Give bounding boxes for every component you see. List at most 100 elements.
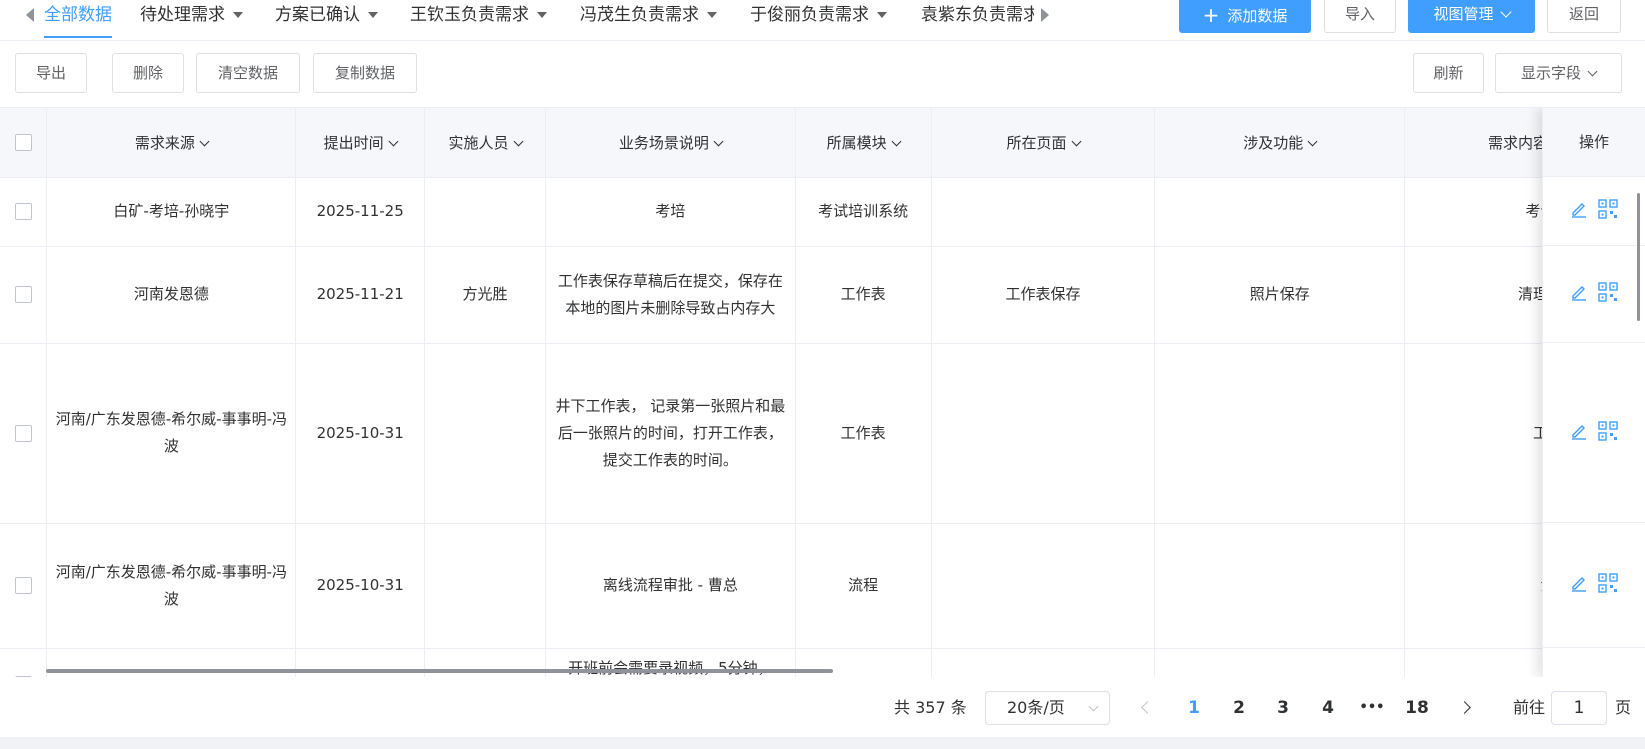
tab-yu[interactable]: 于俊丽负责需求	[750, 0, 887, 38]
scene-cell: 工作表保存草稿后在提交，保存在本地的图片未删除导致占内存大	[545, 246, 796, 344]
page-cell: 工作表保存	[931, 246, 1156, 344]
person-cell	[424, 523, 546, 649]
caret-right-icon[interactable]	[1041, 8, 1049, 22]
column-header[interactable]: 涉及功能	[1154, 108, 1406, 178]
toolbar: 导出 删除 清空数据 复制数据 刷新 显示字段	[0, 42, 1645, 106]
column-header-label: 所属模块	[826, 133, 887, 152]
column-header-label: 实施人员	[448, 133, 509, 152]
chevron-down-icon	[891, 136, 902, 147]
export-button[interactable]: 导出	[15, 53, 87, 93]
vertical-scrollbar[interactable]	[1637, 193, 1640, 321]
column-header[interactable]: 需求来源	[46, 108, 297, 178]
edit-icon[interactable]	[1570, 574, 1588, 596]
chevron-down-icon	[388, 136, 399, 147]
tab-yuan[interactable]: 袁紫东负责需求	[921, 0, 1034, 38]
back-button[interactable]: 返回	[1547, 0, 1621, 33]
display-fields-button[interactable]: 显示字段	[1495, 53, 1622, 93]
goto-page-input[interactable]: 1	[1551, 691, 1607, 725]
refresh-button[interactable]: 刷新	[1413, 53, 1484, 93]
page-cell	[931, 177, 1156, 247]
table-row[interactable]: 河南发恩德 2025-11-21 方光胜 工作表保存草稿后在提交，保存在本地的图…	[0, 246, 1645, 344]
row-checkbox[interactable]	[14, 424, 32, 442]
module-cell: 工作表	[795, 246, 932, 344]
tab-pending[interactable]: 待处理需求	[140, 0, 243, 38]
column-header[interactable]: 所在页面	[931, 108, 1156, 178]
column-header[interactable]: 提出时间	[295, 108, 426, 178]
edit-icon[interactable]	[1570, 200, 1588, 222]
goto-suffix: 页	[1615, 698, 1632, 717]
page-number[interactable]: 1	[1179, 683, 1209, 733]
column-header[interactable]: 实施人员	[424, 108, 546, 178]
row-checkbox[interactable]	[14, 203, 32, 220]
qrcode-icon[interactable]	[1598, 573, 1618, 597]
import-label: 导入	[1344, 5, 1375, 23]
module-cell: 流程	[795, 523, 932, 649]
import-button[interactable]: 导入	[1324, 0, 1396, 33]
edit-icon[interactable]	[1570, 422, 1588, 444]
tab-wang[interactable]: 王钦玉负责需求	[410, 0, 547, 38]
tab-label: 方案已确认	[275, 5, 360, 25]
tab-confirmed[interactable]: 方案已确认	[275, 0, 378, 38]
operations-header: 操作	[1543, 108, 1645, 177]
qrcode-icon[interactable]	[1598, 282, 1618, 306]
clear-data-button[interactable]: 清空数据	[196, 53, 300, 93]
select-all-checkbox[interactable]	[14, 134, 32, 152]
table-row[interactable]: 河南/广东发恩德-希尔威-事事明-冯波 2025-10-31 井下工作表， 记录…	[0, 343, 1645, 524]
tab-feng[interactable]: 冯茂生负责需求	[580, 0, 717, 38]
page-number[interactable]: 18	[1402, 683, 1432, 733]
person-cell	[424, 343, 546, 524]
tab-label: 待处理需求	[140, 5, 225, 25]
page-number[interactable]: 3	[1268, 683, 1298, 733]
row-checkbox[interactable]	[14, 675, 32, 677]
caret-left-icon[interactable]	[26, 8, 34, 22]
table-row[interactable]: 河南/广东发恩德-希尔威-事事明-冯波 2025-10-31 离线流程审批 - …	[0, 523, 1645, 649]
horizontal-scrollbar[interactable]	[46, 669, 833, 673]
delete-button[interactable]: 删除	[112, 53, 184, 93]
column-header[interactable]: 所属模块	[795, 108, 932, 178]
add-data-button[interactable]: + 添加数据	[1179, 0, 1311, 33]
table-row[interactable]: 白矿-考培-孙晓宇 2025-11-25 考培 考试培训系统 考试培训	[0, 177, 1645, 247]
page-ellipsis[interactable]: •••	[1357, 683, 1387, 733]
page-cell	[931, 523, 1156, 649]
select-all-cell	[0, 108, 48, 178]
caret-down-icon	[233, 12, 243, 18]
page-size-select[interactable]: 20条/页	[985, 691, 1110, 725]
column-header-label: 需求来源	[134, 133, 195, 152]
chevron-down-icon	[199, 136, 210, 147]
row-actions	[1543, 246, 1645, 343]
row-select-cell	[0, 177, 48, 247]
copy-data-label: 复制数据	[334, 64, 395, 82]
tab-all-data[interactable]: 全部数据	[44, 0, 112, 38]
qrcode-icon[interactable]	[1598, 199, 1618, 223]
qrcode-icon[interactable]	[1598, 420, 1618, 445]
chevron-down-icon	[713, 136, 724, 147]
row-checkbox[interactable]	[14, 286, 32, 303]
column-header[interactable]: 业务场景说明	[545, 108, 796, 178]
row-actions	[1543, 343, 1645, 523]
view-manage-label: 视图管理	[1433, 5, 1494, 23]
page-number[interactable]: 2	[1224, 683, 1254, 733]
module-cell: 工作表	[795, 343, 932, 524]
refresh-label: 刷新	[1433, 64, 1464, 82]
data-table: 需求来源 提出时间 实施人员 业务场景说明 所属模块 所在页面 涉及功能 需求内…	[0, 107, 1645, 677]
edit-icon[interactable]	[1570, 283, 1588, 305]
row-checkbox[interactable]	[14, 577, 32, 594]
back-label: 返回	[1568, 5, 1599, 23]
scene-cell: 考培	[545, 177, 796, 247]
export-label: 导出	[35, 64, 66, 82]
date-cell: 2025-10-31	[295, 523, 426, 649]
feature-cell	[1154, 343, 1406, 524]
source-cell: 河南发恩德	[46, 246, 297, 344]
prev-page-icon[interactable]	[1141, 701, 1154, 714]
page-number[interactable]: 4	[1313, 683, 1343, 733]
view-manage-button[interactable]: 视图管理	[1408, 0, 1535, 33]
date-cell: 2025-11-25	[295, 177, 426, 247]
copy-data-button[interactable]: 复制数据	[313, 53, 417, 93]
column-header-label: 涉及功能	[1243, 133, 1304, 152]
tab-label: 全部数据	[44, 5, 112, 25]
page-cell	[931, 648, 1156, 677]
tab-label: 王钦玉负责需求	[410, 5, 529, 25]
next-page-icon[interactable]	[1458, 701, 1471, 714]
feature-cell: 照片保存	[1154, 246, 1406, 344]
page-cell	[931, 343, 1156, 524]
